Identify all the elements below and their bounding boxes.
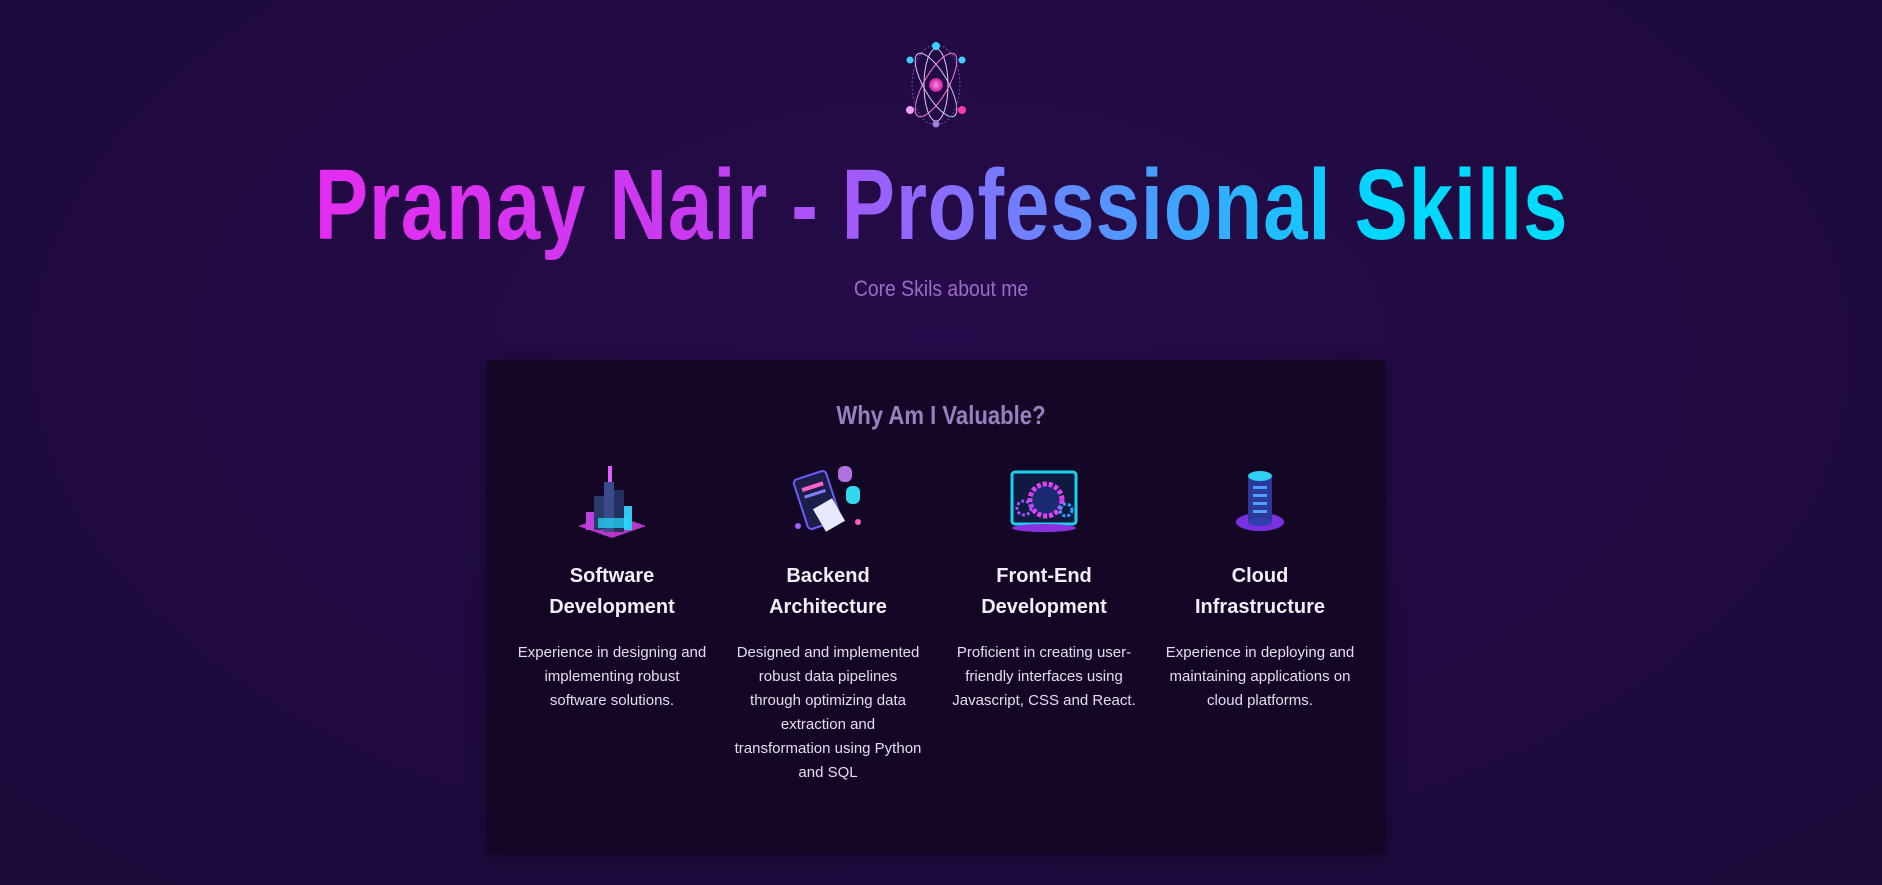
skill-backend-architecture: Backend Architecture Designed and impleme… — [733, 462, 923, 785]
skill-title-line1: Front-End — [996, 565, 1092, 587]
tablet-database-icon — [792, 466, 861, 532]
monitor-gears-icon — [1010, 470, 1078, 532]
skill-front-end-development: Front-End Development Proficient in creat… — [949, 462, 1139, 713]
skill-title-line1: Cloud — [1231, 565, 1289, 587]
skill-description: Experience in designing and implementing… — [517, 644, 707, 709]
skill-title-line2: Development — [981, 596, 1107, 618]
page-title: Pranay Nair - Professional Skills — [314, 149, 1568, 261]
card-title: Why Am I Valuable? — [836, 400, 1046, 430]
skill-software-development: Software Development Experience in design… — [517, 462, 707, 713]
skill-description: Designed and implemented robust data pip… — [734, 644, 922, 781]
page-subtitle: Core Skils about me — [853, 276, 1029, 301]
skill-title-line2: Development — [549, 596, 675, 618]
city-blocks-icon — [578, 466, 646, 538]
skill-title-line1: Backend — [786, 565, 870, 587]
skill-description: Proficient in creating user-friendly int… — [952, 644, 1136, 709]
skill-title-line2: Architecture — [769, 596, 887, 618]
server-cylinder-icon — [1236, 471, 1284, 531]
skill-cloud-infrastructure: Cloud Infrastructure Experience in deploy… — [1165, 462, 1355, 713]
skill-title-line2: Infrastructure — [1194, 596, 1326, 618]
skill-description: Experience in deploying and maintaining … — [1165, 644, 1355, 709]
atom-icon — [906, 42, 966, 128]
skill-title-line1: Software — [569, 565, 655, 587]
